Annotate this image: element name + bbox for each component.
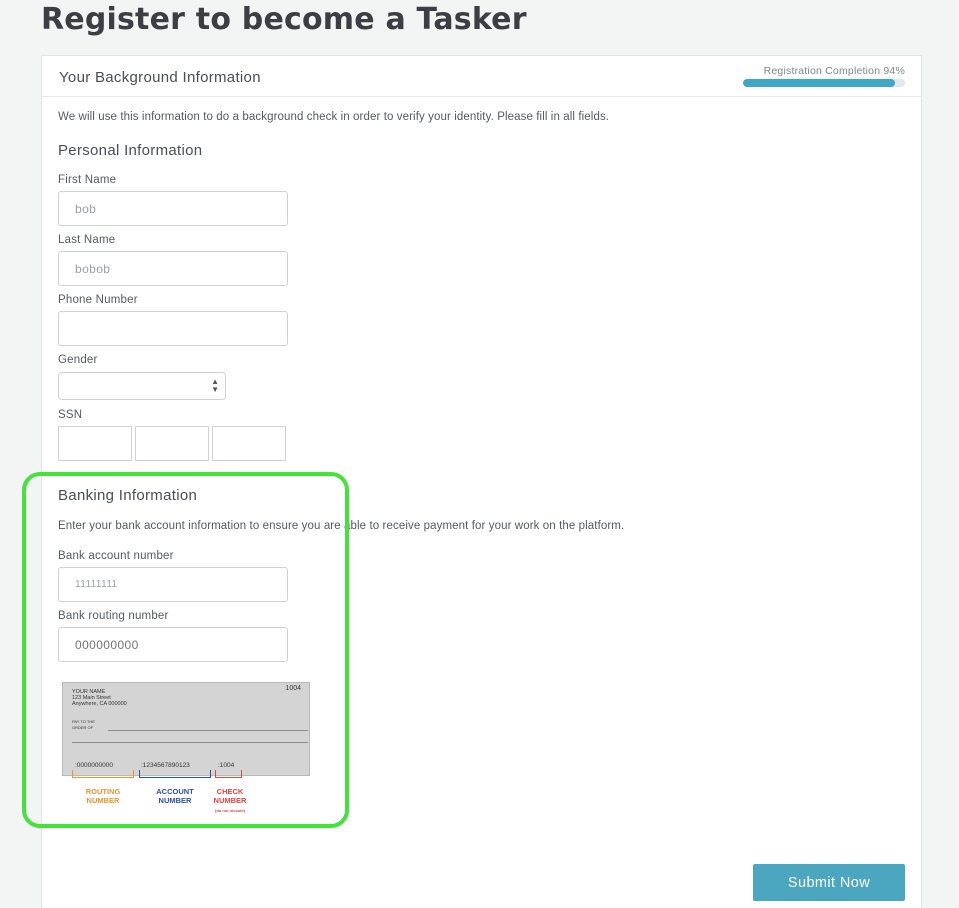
progress-track (743, 79, 905, 87)
gender-select[interactable]: ▲ ▼ (58, 372, 226, 400)
ssn-part-1-input[interactable] (58, 426, 132, 461)
account-caption: ACCOUNT NUMBER (139, 787, 211, 805)
progress-label: Registration Completion 94% (763, 65, 905, 77)
registration-progress: Registration Completion 94% (743, 65, 905, 87)
account-bracket (139, 770, 211, 778)
last-name-label: Last Name (58, 234, 116, 246)
check-caption-line2: NUMBER (213, 796, 247, 805)
sample-check-image: 1004 YOUR NAME 123 Main Street Anywhere,… (62, 682, 310, 776)
background-info-panel: Your Background Information Registration… (41, 55, 922, 908)
intro-text: We will use this information to do a bac… (58, 111, 610, 123)
first-name-label: First Name (58, 174, 117, 186)
panel-title: Your Background Information (59, 69, 261, 86)
phone-input[interactable] (58, 311, 288, 346)
routing-bracket (72, 770, 134, 778)
check-caption-note: (do not include) (215, 808, 245, 813)
check-caption-line1: CHECK (216, 787, 244, 796)
check-payee-line (108, 730, 308, 731)
bank-account-label: Bank account number (58, 550, 174, 562)
banking-info-title: Banking Information (58, 487, 198, 504)
progress-fill (743, 79, 896, 87)
bank-account-input[interactable] (58, 567, 288, 602)
account-caption-line2: NUMBER (158, 796, 192, 805)
ssn-label: SSN (58, 409, 83, 421)
check-number-top: 1004 (285, 685, 301, 692)
account-caption-line1: ACCOUNT (156, 787, 194, 796)
routing-caption: ROUTING NUMBER (72, 787, 134, 805)
check-account-digits: :1234567890123 (141, 762, 190, 769)
select-arrows-icon: ▲ ▼ (211, 377, 219, 394)
phone-label: Phone Number (58, 294, 138, 306)
bank-routing-label: Bank routing number (58, 610, 169, 622)
check-check-digits: :1004 (218, 762, 235, 769)
ssn-part-3-input[interactable] (212, 426, 286, 461)
submit-button[interactable]: Submit Now (753, 864, 905, 901)
first-name-input[interactable] (58, 191, 288, 226)
routing-caption-line2: NUMBER (86, 796, 120, 805)
check-bracket (215, 770, 242, 778)
routing-caption-line1: ROUTING (85, 787, 121, 796)
page-title: Register to become a Tasker (41, 2, 527, 37)
last-name-input[interactable] (58, 251, 288, 286)
gender-label: Gender (58, 354, 98, 366)
check-amount-line (72, 742, 308, 743)
panel-header: Your Background Information Registration… (42, 56, 921, 97)
check-order-of: ORDER OF (72, 725, 94, 730)
check-city: Anywhere, CA 000000 (72, 701, 127, 707)
ssn-part-2-input[interactable] (135, 426, 209, 461)
bank-routing-input[interactable] (58, 627, 288, 662)
check-caption: CHECK NUMBER (do not include) (205, 787, 255, 814)
check-routing-digits: :0000000000 (75, 762, 113, 769)
personal-info-title: Personal Information (58, 142, 203, 159)
banking-intro-text: Enter your bank account information to e… (58, 520, 625, 532)
